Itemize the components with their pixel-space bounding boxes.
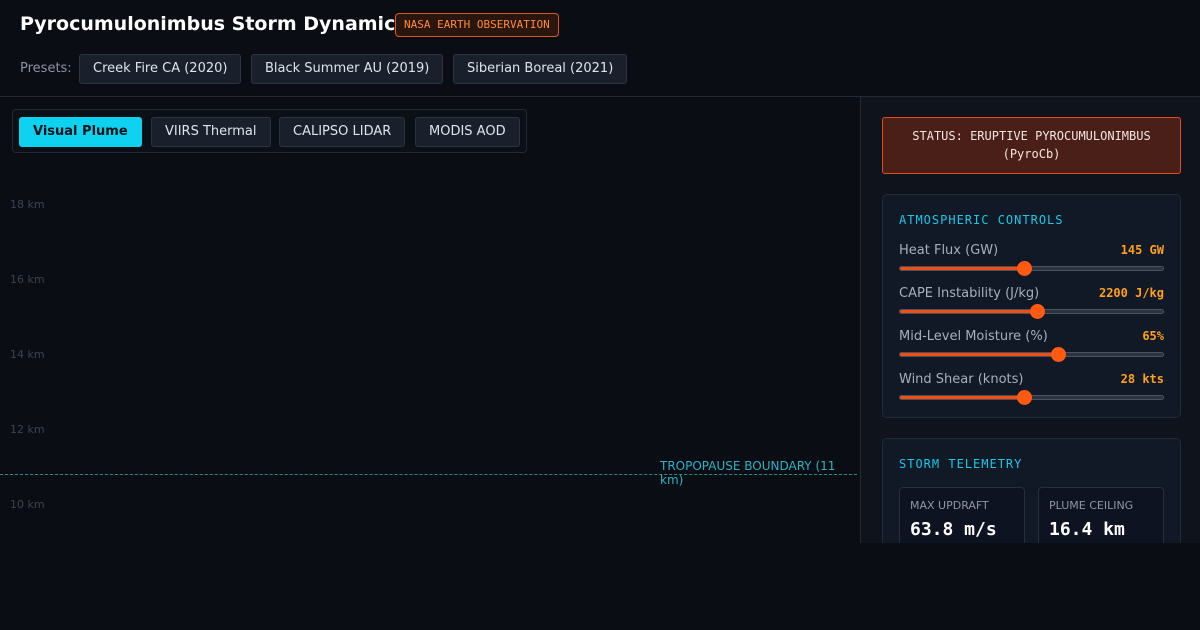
altitude-label-10km: 10 km: [10, 498, 45, 511]
control-sidebar: STATUS: ERUPTIVE PYROCUMULONIMBUS (PyroC…: [860, 97, 1200, 543]
panel-title: STORM TELEMETRY: [899, 457, 1023, 471]
slider-fill: [900, 310, 1037, 313]
max-updraft-card: MAX UPDRAFT 63.8 m/s: [899, 487, 1025, 543]
altitude-label-18km: 18 km: [10, 198, 45, 211]
slider-thumb[interactable]: [1050, 347, 1066, 362]
cape-instability-slider[interactable]: [899, 304, 1164, 319]
tele-value: 16.4 km: [1049, 519, 1125, 540]
moisture-control: Mid-Level Moisture (%) 65%: [899, 329, 1164, 363]
preset-button-black-summer[interactable]: Black Summer AU (2019): [251, 54, 444, 84]
slider-fill: [900, 267, 1024, 270]
app-header: Pyrocumulonimbus Storm Dynamics NASA EAR…: [0, 0, 1200, 97]
status-banner: STATUS: ERUPTIVE PYROCUMULONIMBUS (PyroC…: [882, 117, 1181, 174]
control-value: 2200 J/kg: [1098, 286, 1164, 300]
control-label: Wind Shear (knots): [899, 372, 1024, 387]
wind-shear-control: Wind Shear (knots) 28 kts: [899, 372, 1164, 406]
plume-ceiling-card: PLUME CEILING 16.4 km: [1038, 487, 1164, 543]
atmospheric-controls-panel: ATMOSPHERIC CONTROLS Heat Flux (GW) 145 …: [882, 194, 1181, 418]
plume-view: Visual Plume VIIRS Thermal CALIPSO LIDAR…: [0, 97, 861, 543]
page-title: Pyrocumulonimbus Storm Dynamics: [20, 13, 407, 35]
tele-label: MAX UPDRAFT: [910, 499, 989, 512]
heat-flux-control: Heat Flux (GW) 145 GW: [899, 243, 1164, 277]
control-value: 65%: [1142, 329, 1164, 343]
slider-fill: [900, 396, 1024, 399]
status-text: STATUS: ERUPTIVE PYROCUMULONIMBUS: [912, 129, 1151, 143]
presets-label: Presets:: [20, 61, 72, 76]
tab-viirs-thermal[interactable]: VIIRS Thermal: [151, 117, 271, 147]
control-label: Mid-Level Moisture (%): [899, 329, 1048, 344]
source-badge: NASA EARTH OBSERVATION: [395, 13, 559, 37]
altitude-label-14km: 14 km: [10, 348, 45, 361]
panel-title: ATMOSPHERIC CONTROLS: [899, 213, 1064, 227]
tele-value: 63.8 m/s: [910, 519, 997, 540]
preset-button-creek-fire[interactable]: Creek Fire CA (2020): [79, 54, 242, 84]
control-label: Heat Flux (GW): [899, 243, 999, 258]
control-value: 145 GW: [1120, 243, 1164, 257]
storm-telemetry-panel: STORM TELEMETRY MAX UPDRAFT 63.8 m/s PLU…: [882, 438, 1181, 543]
slider-fill: [900, 353, 1058, 356]
view-tabs: Visual Plume VIIRS Thermal CALIPSO LIDAR…: [12, 109, 527, 153]
slider-thumb[interactable]: [1016, 261, 1032, 276]
preset-button-siberian-boreal[interactable]: Siberian Boreal (2021): [453, 54, 628, 84]
tab-visual-plume[interactable]: Visual Plume: [19, 117, 142, 147]
cape-instability-control: CAPE Instability (J/kg) 2200 J/kg: [899, 286, 1164, 320]
heat-flux-slider[interactable]: [899, 261, 1164, 276]
status-subtext: (PyroCb): [1002, 147, 1061, 161]
control-label: CAPE Instability (J/kg): [899, 286, 1040, 301]
slider-thumb[interactable]: [1029, 304, 1045, 319]
moisture-slider[interactable]: [899, 347, 1164, 362]
tab-calipso-lidar[interactable]: CALIPSO LIDAR: [279, 117, 406, 147]
altitude-label-12km: 12 km: [10, 423, 45, 436]
tropopause-label: TROPOPAUSE BOUNDARY (11 km): [660, 459, 836, 487]
wind-shear-slider[interactable]: [899, 390, 1164, 405]
slider-thumb[interactable]: [1016, 390, 1032, 405]
tele-label: PLUME CEILING: [1049, 499, 1134, 512]
control-value: 28 kts: [1120, 372, 1164, 386]
tab-modis-aod[interactable]: MODIS AOD: [415, 117, 520, 147]
altitude-label-16km: 16 km: [10, 273, 45, 286]
